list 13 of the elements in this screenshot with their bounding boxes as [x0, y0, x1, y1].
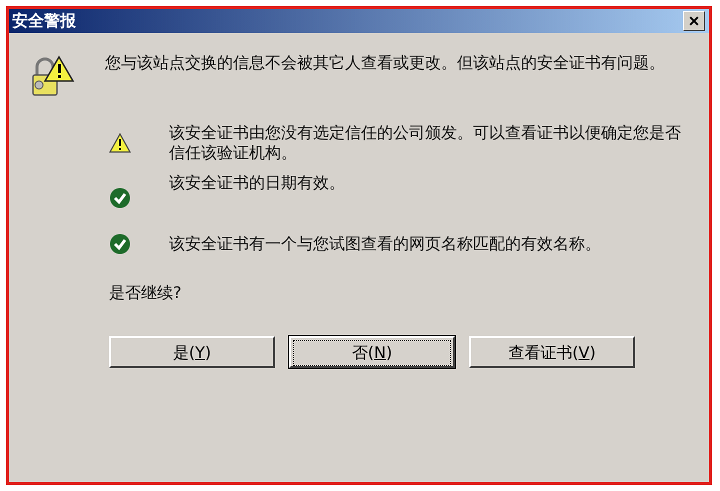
dialog-button[interactable]: 查看证书(V) [469, 336, 635, 368]
alert-message: 您与该站点交换的信息不会被其它人查看或更改。但该站点的安全证书有问题。 [105, 53, 665, 73]
dialog-button[interactable]: 是(Y) [109, 336, 275, 368]
certificate-status-text: 该安全证书有一个与您试图查看的网页名称匹配的有效名称。 [169, 234, 602, 254]
window-title: 安全警报 [12, 10, 76, 32]
check-icon [109, 233, 131, 255]
certificate-status-text: 该安全证书由您没有选定信任的公司颁发。可以查看证书以便确定您是否信任该验证机构。 [169, 123, 682, 163]
check-icon [109, 187, 131, 209]
close-button[interactable]: × [683, 11, 705, 31]
warning-icon [109, 133, 131, 153]
dialog-button[interactable]: 否(N) [289, 336, 455, 368]
prompt-text: 是否继续? [109, 283, 182, 304]
certificate-status-text: 该安全证书的日期有效。 [169, 173, 346, 193]
